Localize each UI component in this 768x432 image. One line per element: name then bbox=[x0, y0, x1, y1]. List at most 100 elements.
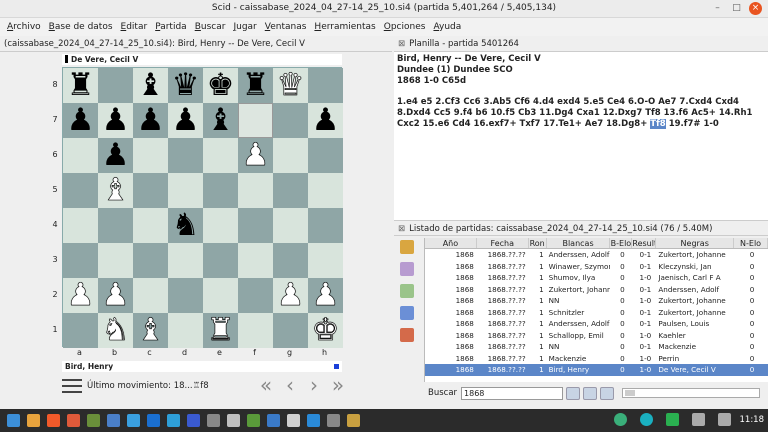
table-row[interactable]: 1868 1868.??.?? 1 Winawer, Szymon 0 0-1 Kleczy… bbox=[425, 261, 768, 273]
telegram-icon[interactable] bbox=[127, 414, 140, 427]
menu-item[interactable]: Editar bbox=[117, 22, 152, 32]
board-square[interactable]: ♟ bbox=[238, 138, 273, 173]
white-pawn-icon[interactable]: ♟ bbox=[276, 279, 304, 311]
table-row[interactable]: 1868 1868.??.?? 1 Mackenzie 0 1-0 Perrin 0 bbox=[425, 353, 768, 365]
menu-item[interactable]: Jugar bbox=[229, 22, 260, 32]
moves-after[interactable]: 19.f7# 1-0 bbox=[669, 119, 719, 129]
board-square[interactable] bbox=[168, 138, 203, 173]
app-icon[interactable] bbox=[247, 414, 260, 427]
app-icon[interactable] bbox=[227, 414, 240, 427]
black-queen-icon[interactable]: ♛ bbox=[172, 70, 200, 101]
game-notation[interactable]: Bird, Henry -- De Vere, Cecil V Dundee (… bbox=[394, 52, 768, 220]
board-square[interactable] bbox=[273, 243, 308, 278]
close-button[interactable]: × bbox=[749, 2, 762, 15]
search-icon[interactable] bbox=[566, 386, 581, 400]
board-square[interactable] bbox=[133, 278, 168, 313]
app-icon[interactable] bbox=[87, 414, 100, 427]
menu-item[interactable]: Herramientas bbox=[310, 22, 379, 32]
white-knight-icon[interactable]: ♞ bbox=[101, 314, 129, 346]
black-king-icon[interactable]: ♚ bbox=[207, 70, 235, 101]
search-filter-icon[interactable] bbox=[400, 262, 414, 276]
board-square[interactable] bbox=[168, 173, 203, 208]
board-square[interactable]: ♟ bbox=[63, 278, 98, 313]
board-square[interactable] bbox=[203, 173, 238, 208]
white-pawn-icon[interactable]: ♟ bbox=[241, 139, 269, 171]
board-square[interactable] bbox=[238, 173, 273, 208]
board-square[interactable] bbox=[273, 138, 308, 173]
close-tab-icon[interactable]: ⊠ bbox=[398, 39, 405, 49]
black-pawn-icon[interactable]: ♟ bbox=[172, 105, 200, 136]
board-square[interactable] bbox=[133, 138, 168, 173]
board-square[interactable]: ♜ bbox=[63, 68, 98, 103]
app-icon[interactable] bbox=[327, 414, 340, 427]
volume-icon[interactable] bbox=[717, 413, 731, 426]
first-move-button[interactable]: « bbox=[256, 373, 276, 397]
board-square[interactable] bbox=[308, 208, 343, 243]
black-pawn-icon[interactable]: ♟ bbox=[102, 140, 130, 171]
board-square[interactable] bbox=[238, 103, 273, 138]
chess-board[interactable]: ♜ ♝ ♛ ♚ ♜ ♛ ♟ ♟ ♟ ♟ ♝ ♟ ♟ ♟ ♝ ♞ ♟ ♟ ♟ ♟ ♞ ♝ ♜ ♚ bbox=[62, 67, 343, 348]
column-header[interactable]: Resulta bbox=[632, 238, 657, 248]
board-square[interactable]: ♜ bbox=[203, 313, 238, 348]
board-square[interactable]: ♛ bbox=[273, 68, 308, 103]
menu-item[interactable]: Buscar bbox=[191, 22, 230, 32]
network-icon[interactable] bbox=[665, 413, 679, 426]
board-square[interactable] bbox=[63, 173, 98, 208]
white-pawn-icon[interactable]: ♟ bbox=[66, 279, 94, 311]
column-header[interactable]: B-Elo bbox=[610, 238, 633, 248]
status-icon[interactable] bbox=[639, 413, 653, 426]
black-bishop-icon[interactable]: ♝ bbox=[137, 70, 165, 101]
app-icon[interactable] bbox=[267, 414, 280, 427]
board-square[interactable]: ♝ bbox=[203, 103, 238, 138]
filter-reset-icon[interactable] bbox=[583, 386, 598, 400]
column-header[interactable]: Negras bbox=[656, 238, 735, 248]
white-bishop-icon[interactable]: ♝ bbox=[101, 174, 129, 206]
board-square[interactable] bbox=[238, 243, 273, 278]
board-square[interactable] bbox=[203, 243, 238, 278]
black-pawn-icon[interactable]: ♟ bbox=[137, 105, 165, 136]
board-square[interactable] bbox=[273, 313, 308, 348]
black-bishop-icon[interactable]: ♝ bbox=[207, 105, 235, 136]
board-square[interactable]: ♛ bbox=[168, 68, 203, 103]
board-square[interactable] bbox=[168, 278, 203, 313]
board-square[interactable] bbox=[308, 138, 343, 173]
game-list-tab[interactable]: ⊠ Listado de partidas: caissabase_2024_04… bbox=[394, 220, 768, 236]
scrollbar-thumb[interactable] bbox=[625, 390, 636, 396]
board-square[interactable] bbox=[203, 278, 238, 313]
table-row[interactable]: 1868 1868.??.?? 1 Schnitzler 0 0-1 Zukertort, … bbox=[425, 307, 768, 319]
minimize-button[interactable]: – bbox=[711, 2, 724, 15]
black-pawn-icon[interactable]: ♟ bbox=[312, 105, 340, 136]
board-square[interactable]: ♟ bbox=[273, 278, 308, 313]
board-square[interactable] bbox=[63, 208, 98, 243]
board-square[interactable] bbox=[203, 138, 238, 173]
app-icon[interactable] bbox=[207, 414, 220, 427]
column-header[interactable]: Ron bbox=[529, 238, 547, 248]
table-row[interactable]: 1868 1868.??.?? 1 Zukertort, Johanne 0 0-1 And… bbox=[425, 284, 768, 296]
board-square[interactable] bbox=[133, 243, 168, 278]
column-header[interactable]: Blancas bbox=[547, 238, 611, 248]
board-square[interactable]: ♟ bbox=[308, 278, 343, 313]
board-square[interactable]: ♜ bbox=[238, 68, 273, 103]
board-square[interactable] bbox=[98, 208, 133, 243]
board-square[interactable] bbox=[238, 208, 273, 243]
last-move-button[interactable]: » bbox=[328, 373, 348, 397]
board-square[interactable] bbox=[273, 208, 308, 243]
current-move[interactable]: Tf8 bbox=[650, 119, 666, 129]
white-pawn-icon[interactable]: ♟ bbox=[311, 279, 339, 311]
board-square[interactable] bbox=[308, 68, 343, 103]
white-bishop-icon[interactable]: ♝ bbox=[136, 314, 164, 346]
board-square[interactable]: ♝ bbox=[133, 313, 168, 348]
table-row[interactable]: 1868 1868.??.?? 1 NN 0 1-0 Zukertort, Johanne 0 bbox=[425, 295, 768, 307]
black-rook-icon[interactable]: ♜ bbox=[242, 70, 270, 101]
board-square[interactable] bbox=[133, 173, 168, 208]
planilla-tab[interactable]: ⊠ Planilla - partida 5401264 bbox=[394, 36, 768, 52]
app-icon[interactable] bbox=[307, 414, 320, 427]
white-rook-icon[interactable]: ♜ bbox=[206, 314, 234, 346]
board-square[interactable]: ♟ bbox=[308, 103, 343, 138]
open-book-icon[interactable] bbox=[400, 240, 414, 254]
browser-icon[interactable] bbox=[47, 414, 60, 427]
scid-icon[interactable] bbox=[347, 414, 360, 427]
menu-item[interactable]: Base de datos bbox=[45, 22, 117, 32]
close-tab-icon[interactable]: ⊠ bbox=[398, 224, 405, 234]
board-square[interactable] bbox=[308, 173, 343, 208]
